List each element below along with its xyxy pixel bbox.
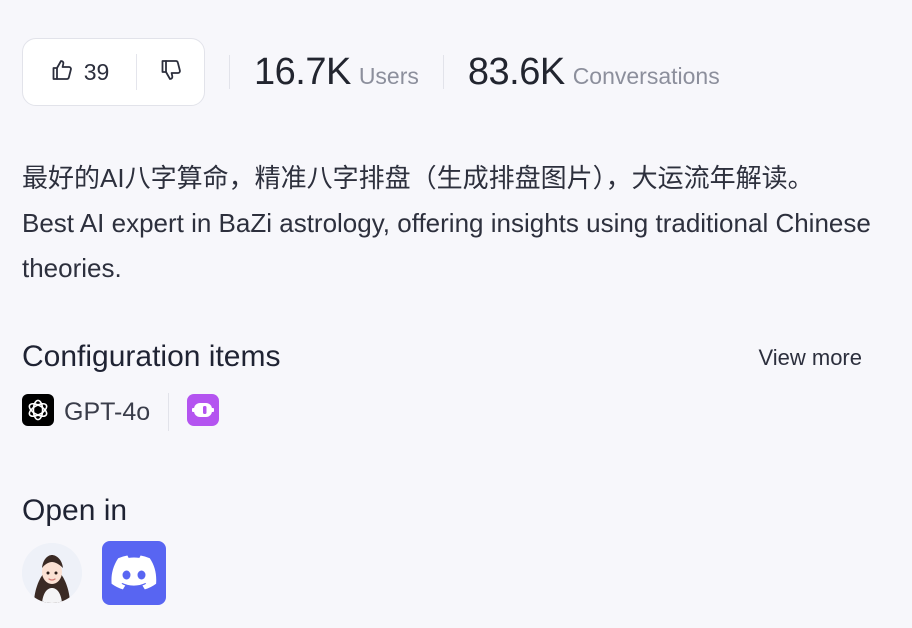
openai-icon [22,393,54,431]
like-count: 39 [83,58,110,85]
thumbs-up-icon [50,58,74,87]
conversations-stat: 83.6K Conversations [468,51,720,94]
like-button[interactable]: 39 [23,39,136,105]
model-name: GPT-4o [64,397,151,426]
model-item[interactable]: GPT-4o [22,393,151,431]
vote-box: 39 [22,38,205,106]
stats-row: 39 16.7K Users 83.6K Conversations [22,38,720,106]
discord-icon[interactable] [102,541,166,605]
stat-divider [229,55,230,89]
conversations-label: Conversations [572,62,720,89]
open-in-title: Open in [22,494,128,527]
bot-description: 最好的AI八字算命，精准八字排盘（生成排盘图片），大运流年解读。 Best AI… [22,156,892,291]
configuration-row: GPT-4o [22,393,220,431]
dislike-button[interactable] [137,39,204,105]
stat-divider [442,55,444,89]
open-in-row [22,541,166,605]
users-count: 16.7K [254,50,351,93]
avatar-icon[interactable] [22,543,82,603]
view-more-link[interactable]: View more [758,345,862,371]
configuration-title: Configuration items [22,340,281,373]
users-label: Users [358,62,419,89]
users-stat: 16.7K Users [254,51,419,94]
description-en: Best AI expert in BaZi astrology, offeri… [22,208,871,283]
config-divider [168,393,170,431]
conversations-count: 83.6K [467,50,565,93]
thumbs-down-icon [159,58,183,87]
description-cn: 最好的AI八字算命，精准八字排盘（生成排盘图片），大运流年解读。 [22,163,814,193]
plugin-icon[interactable] [187,393,220,431]
